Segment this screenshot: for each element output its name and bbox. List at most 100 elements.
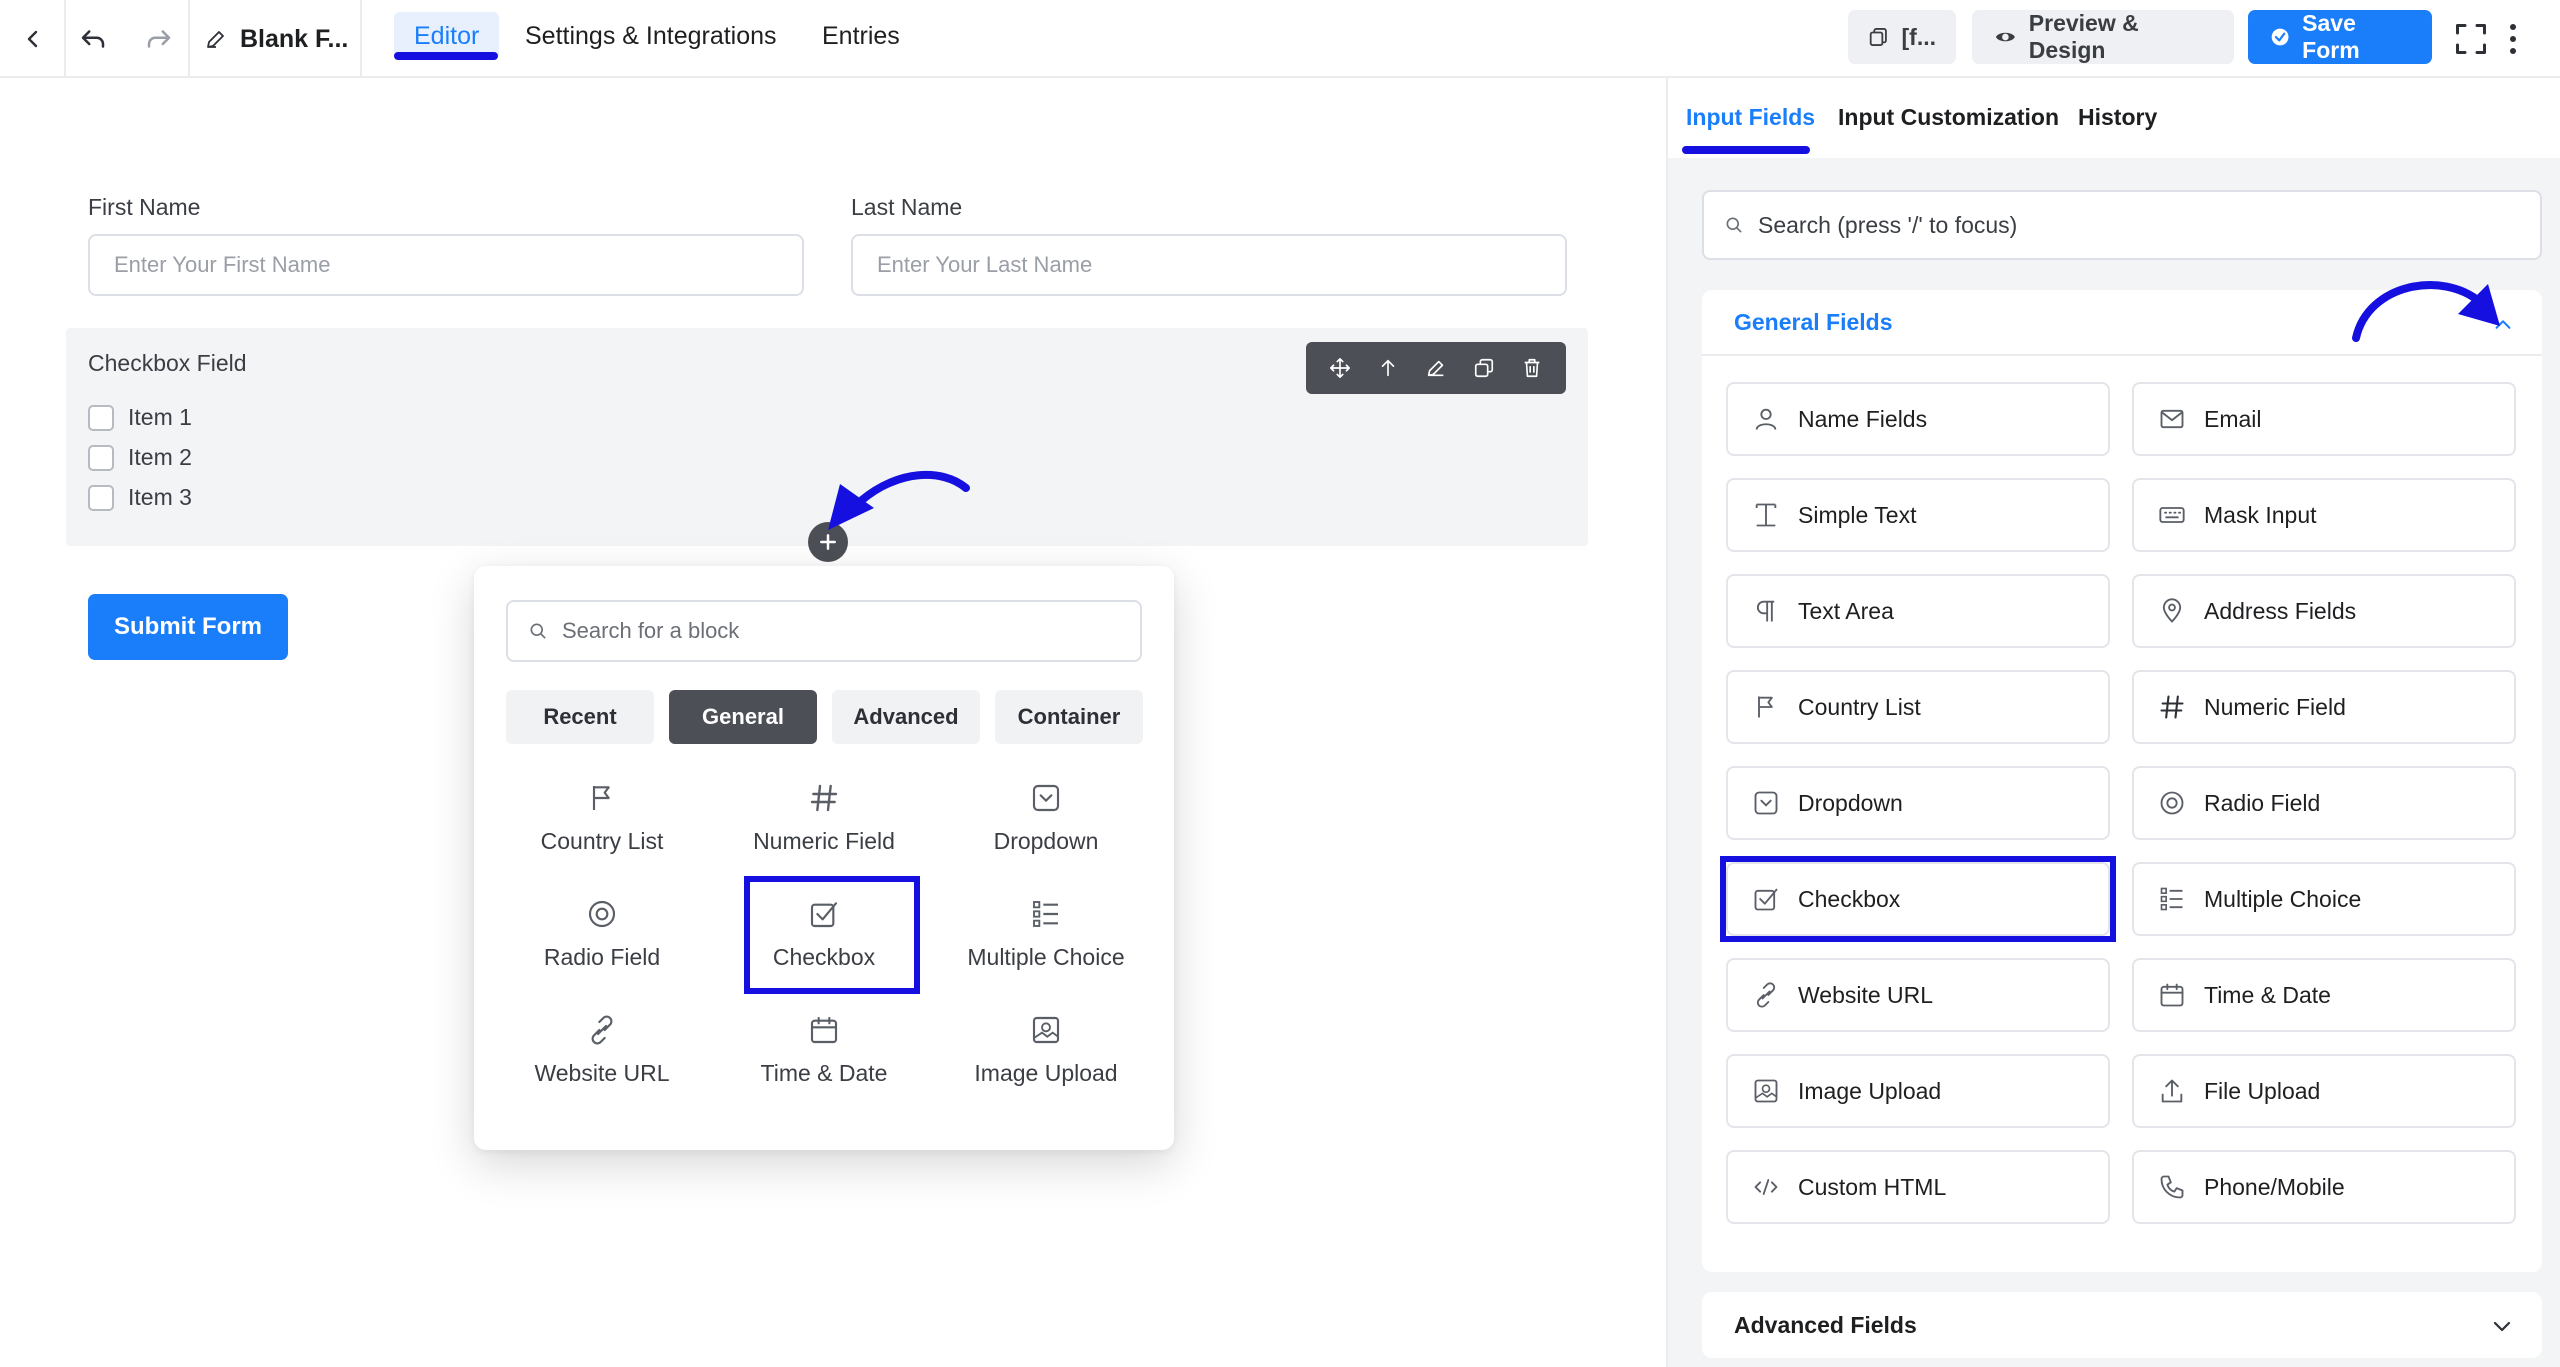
- search-icon: [530, 623, 546, 639]
- field-mask-input[interactable]: Mask Input: [2132, 478, 2516, 552]
- save-form-label: Save Form: [2302, 10, 2360, 63]
- field-label: Name Fields: [1798, 405, 1928, 432]
- general-fields-section: General Fields Name Fields Email Simple …: [1702, 281, 2542, 1272]
- move-up-icon[interactable]: [1377, 357, 1399, 379]
- field-text-area[interactable]: Text Area: [1726, 574, 2110, 648]
- back-chevron-icon[interactable]: [8, 0, 58, 78]
- field-address-fields[interactable]: Address Fields: [2132, 574, 2516, 648]
- block-search-input[interactable]: Search for a block: [506, 600, 1142, 662]
- block-country-list[interactable]: Country List: [502, 770, 702, 870]
- phone-icon: [2160, 1175, 2184, 1199]
- field-time-date[interactable]: Time & Date: [2132, 958, 2516, 1032]
- first-name-input[interactable]: Enter Your First Name: [88, 234, 804, 296]
- field-radio-field[interactable]: Radio Field: [2132, 766, 2516, 840]
- block-multiple-choice[interactable]: Multiple Choice: [946, 886, 1146, 986]
- tab-entries[interactable]: Entries: [802, 12, 920, 60]
- more-vertical-icon[interactable]: [2498, 0, 2528, 78]
- right-sidebar: Input Fields Input Customization History…: [1666, 78, 2560, 1367]
- field-multiple-choice[interactable]: Multiple Choice: [2132, 862, 2516, 936]
- first-name-label: First Name: [88, 194, 201, 220]
- text-cursor-icon: [1755, 503, 1777, 527]
- check-circle-icon: [2271, 28, 2289, 46]
- save-form-button[interactable]: Save Form: [2248, 10, 2432, 64]
- tab-container[interactable]: Container: [995, 690, 1143, 744]
- field-country-list[interactable]: Country List: [1726, 670, 2110, 744]
- field-label: Email: [2204, 405, 2262, 432]
- tab-history[interactable]: History: [2078, 104, 2157, 131]
- tab-input-customization[interactable]: Input Customization: [1838, 104, 2059, 131]
- calendar-icon: [810, 1016, 838, 1044]
- image-icon: [1754, 1079, 1778, 1103]
- block-radio-field[interactable]: Radio Field: [502, 886, 702, 986]
- last-name-input[interactable]: Enter Your Last Name: [851, 234, 1567, 296]
- field-label: Image Upload: [1798, 1077, 1942, 1104]
- annotation-arrow-icon: [2352, 281, 2500, 342]
- field-search-input[interactable]: Search (press '/' to focus): [1702, 190, 2542, 260]
- field-label: Text Area: [1798, 597, 1894, 624]
- field-phone-mobile[interactable]: Phone/Mobile: [2132, 1150, 2516, 1224]
- calendar-icon: [2160, 983, 2184, 1007]
- checkbox-option[interactable]: Item 2: [88, 444, 192, 471]
- block-image-upload[interactable]: Image Upload: [946, 1002, 1146, 1102]
- block-website-url[interactable]: Website URL: [502, 1002, 702, 1102]
- block-numeric-field[interactable]: Numeric Field: [724, 770, 924, 870]
- checkbox-square[interactable]: [88, 484, 114, 511]
- fullscreen-icon[interactable]: [2446, 0, 2496, 78]
- trash-icon[interactable]: [1521, 357, 1543, 379]
- field-image-upload[interactable]: Image Upload: [1726, 1054, 2110, 1128]
- preview-design-button[interactable]: Preview & Design: [1972, 10, 2234, 64]
- block-dropdown[interactable]: Dropdown: [946, 770, 1146, 870]
- field-label: Address Fields: [2204, 597, 2357, 624]
- top-bar: Blank F... Editor Settings & Integration…: [0, 0, 2560, 78]
- hash-icon: [2160, 695, 2184, 719]
- field-website-url[interactable]: Website URL: [1726, 958, 2110, 1032]
- block-label: Country List: [540, 828, 664, 854]
- checkbox-field-label: Checkbox Field: [88, 350, 247, 376]
- map-pin-icon: [2162, 598, 2182, 623]
- submit-form-button[interactable]: Submit Form: [88, 594, 288, 660]
- tab-general[interactable]: General: [669, 690, 817, 744]
- tab-settings-integrations[interactable]: Settings & Integrations: [505, 12, 797, 60]
- flag-icon: [1758, 696, 1773, 718]
- chevron-down-icon[interactable]: [2490, 1314, 2514, 1338]
- form-title[interactable]: Blank F...: [204, 0, 348, 78]
- pencil-icon: [207, 31, 224, 48]
- move-icon[interactable]: [1329, 357, 1351, 379]
- link-icon: [1756, 982, 1776, 1008]
- checkbox-option[interactable]: Item 1: [88, 404, 192, 431]
- block-label: Website URL: [534, 1060, 670, 1086]
- field-label: Numeric Field: [2204, 693, 2346, 720]
- tab-recent[interactable]: Recent: [506, 690, 654, 744]
- checkbox-square[interactable]: [88, 404, 114, 431]
- checkbox-square[interactable]: [88, 444, 114, 471]
- undo-icon[interactable]: [70, 0, 116, 78]
- field-name-fields[interactable]: Name Fields: [1726, 382, 2110, 456]
- field-simple-text[interactable]: Simple Text: [1726, 478, 2110, 552]
- edit-icon[interactable]: [1425, 357, 1447, 379]
- block-time-date[interactable]: Time & Date: [724, 1002, 924, 1102]
- field-custom-html[interactable]: Custom HTML: [1726, 1150, 2110, 1224]
- tab-advanced[interactable]: Advanced: [832, 690, 980, 744]
- field-numeric-field[interactable]: Numeric Field: [2132, 670, 2516, 744]
- preview-design-label: Preview & Design: [2028, 10, 2139, 63]
- field-file-upload[interactable]: File Upload: [2132, 1054, 2516, 1128]
- tab-input-fields[interactable]: Input Fields: [1686, 104, 1815, 131]
- envelope-icon: [2160, 409, 2184, 429]
- hash-icon: [810, 784, 838, 812]
- field-label: Radio Field: [2204, 789, 2321, 816]
- advanced-fields-section[interactable]: Advanced Fields: [1702, 1292, 2542, 1358]
- duplicate-icon[interactable]: [1473, 357, 1495, 379]
- field-email[interactable]: Email: [2132, 382, 2516, 456]
- form-title-text: Blank F...: [240, 24, 349, 53]
- block-label: Numeric Field: [753, 828, 895, 854]
- shortcode-button[interactable]: [f...: [1848, 10, 1956, 64]
- radio-icon: [2160, 791, 2184, 815]
- link-icon: [591, 1015, 613, 1045]
- field-dropdown[interactable]: Dropdown: [1726, 766, 2110, 840]
- redo-icon[interactable]: [136, 0, 182, 78]
- block-label: Multiple Choice: [967, 944, 1125, 970]
- annotation-underline: [1682, 146, 1810, 154]
- checkbox-option[interactable]: Item 3: [88, 484, 192, 511]
- field-search-placeholder: Search (press '/' to focus): [1758, 211, 2018, 238]
- flag-icon: [592, 786, 610, 810]
